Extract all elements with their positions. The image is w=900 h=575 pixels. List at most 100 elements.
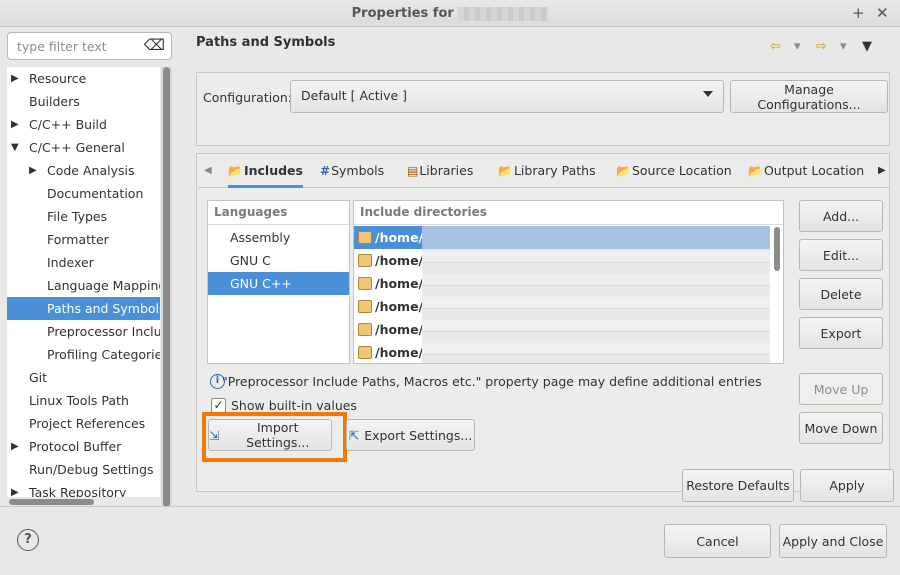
scrollbar-thumb[interactable]: [163, 67, 170, 507]
view-menu-icon[interactable]: ▼: [862, 39, 872, 54]
scrollbar-thumb[interactable]: [9, 499, 94, 505]
include-folder-icon: [358, 254, 372, 267]
tree-item-run-debug-settings[interactable]: Run/Debug Settings: [7, 458, 160, 481]
tree-item-label: Code Analysis: [47, 163, 135, 178]
forward-arrow-icon[interactable]: ⇨: [816, 39, 827, 54]
tree-item-project-references[interactable]: Project References: [7, 412, 160, 435]
filter-box[interactable]: ⌫: [7, 32, 172, 60]
collapsed-arrow-icon[interactable]: ▶: [11, 113, 19, 136]
collapsed-arrow-icon[interactable]: ▶: [11, 435, 19, 458]
tree-item-label: Resource: [29, 71, 87, 86]
back-dropdown-icon[interactable]: ▾: [794, 39, 801, 54]
tree-item-documentation[interactable]: Documentation: [7, 182, 160, 205]
export-settings-label: Export Settings...: [364, 427, 473, 443]
tree-item-linux-tools-path[interactable]: Linux Tools Path: [7, 389, 160, 412]
tab-label: Includes: [243, 163, 303, 178]
tree-item-label: Project References: [29, 416, 146, 431]
export-button[interactable]: Export: [799, 317, 883, 349]
expanded-arrow-icon[interactable]: ▼: [11, 136, 19, 159]
tree-item-label: File Types: [47, 209, 108, 224]
tree-item-builders[interactable]: Builders: [7, 90, 160, 113]
tree-item-formatter[interactable]: Formatter: [7, 228, 160, 251]
configuration-select[interactable]: Default [ Active ]: [290, 80, 724, 113]
back-arrow-icon[interactable]: ⇦: [770, 39, 781, 54]
tree-item-language-mappings[interactable]: Language Mappings: [7, 274, 160, 297]
restore-defaults-button[interactable]: Restore Defaults: [682, 469, 794, 502]
tree-item-label: Protocol Buffer: [29, 439, 122, 454]
tree-item-protocol-buffer[interactable]: ▶ Protocol Buffer: [7, 435, 160, 458]
tab-source-location[interactable]: 📂Source Location: [616, 155, 732, 188]
list-item[interactable]: GNU C++: [208, 272, 349, 295]
tab-label: Libraries: [419, 163, 474, 178]
include-folder-icon: [358, 300, 372, 313]
tab-scroll-left-icon[interactable]: ◀: [204, 155, 212, 188]
apply-and-close-button[interactable]: Apply and Close: [779, 524, 887, 558]
tree-item-paths-and-symbols[interactable]: Paths and Symbols: [7, 297, 160, 320]
tree-item-label: Builders: [29, 94, 80, 109]
folder-icon: 📂: [616, 164, 631, 178]
tree-item-c-c-build[interactable]: ▶ C/C++ Build: [7, 113, 160, 136]
tree-item-profiling-categories[interactable]: Profiling Categories: [7, 343, 160, 366]
tab-libraries[interactable]: ▤Libraries: [407, 155, 473, 188]
tree-item-task-repository[interactable]: ▶ Task Repository: [7, 481, 160, 497]
list-item[interactable]: GNU C: [208, 249, 349, 272]
dialog-footer: ? Cancel Apply and Close: [0, 506, 900, 575]
forward-dropdown-icon[interactable]: ▾: [840, 39, 847, 54]
list-item[interactable]: Assembly: [208, 226, 349, 249]
tree-item-indexer[interactable]: Indexer: [7, 251, 160, 274]
tree-item-c-c-general[interactable]: ▼ C/C++ General: [7, 136, 160, 159]
library-icon: ▤: [407, 164, 419, 178]
tree-vertical-scrollbar[interactable]: [161, 67, 172, 507]
languages-header: Languages: [208, 201, 349, 225]
collapsed-arrow-icon[interactable]: ▶: [11, 67, 19, 90]
tab-includes[interactable]: 📂Includes: [228, 155, 303, 188]
tab-label: Source Location: [631, 163, 732, 178]
tree-item-label: C/C++ General: [29, 140, 125, 155]
cancel-button[interactable]: Cancel: [664, 524, 771, 558]
page-title: Paths and Symbols: [196, 35, 336, 50]
tree-item-resource[interactable]: ▶ Resource: [7, 67, 160, 90]
folder-icon: 📂: [498, 164, 513, 178]
redacted-project-name: [458, 6, 549, 21]
apply-button[interactable]: Apply: [800, 469, 894, 502]
export-icon: ⇱: [348, 427, 360, 443]
edit-button[interactable]: Edit...: [799, 239, 883, 271]
page-nav: ⇦ ▾ ⇨ ▾ ▼: [770, 39, 890, 57]
add-button[interactable]: Add...: [799, 200, 883, 232]
tree-item-label: Task Repository: [29, 485, 127, 497]
maximize-button[interactable]: +: [852, 4, 865, 22]
manage-configurations-button[interactable]: Manage Configurations...: [730, 80, 888, 113]
include-directories-header: Include directories: [354, 201, 783, 225]
tab-symbols[interactable]: #Symbols: [320, 155, 384, 188]
close-button[interactable]: ✕: [876, 4, 889, 22]
tab-library-paths[interactable]: 📂Library Paths: [498, 155, 596, 188]
delete-button[interactable]: Delete: [799, 278, 883, 310]
languages-list: Languages Assembly GNU C GNU C++: [207, 200, 350, 364]
tree-item-label: Profiling Categories: [47, 347, 160, 362]
dirs-scrollbar-thumb[interactable]: [774, 227, 780, 271]
tree-item-code-analysis[interactable]: ▶ Code Analysis: [7, 159, 160, 182]
filter-input[interactable]: [15, 38, 145, 55]
show-builtin-checkbox[interactable]: ✓: [211, 398, 226, 413]
move-down-button[interactable]: Move Down: [799, 412, 883, 444]
tab-output-location[interactable]: 📂Output Location: [748, 155, 864, 188]
collapsed-arrow-icon[interactable]: ▶: [29, 159, 37, 182]
move-up-button[interactable]: Move Up: [799, 373, 883, 405]
tab-label: Library Paths: [513, 163, 596, 178]
hash-icon: #: [320, 164, 331, 178]
export-settings-button[interactable]: ⇱ Export Settings...: [346, 419, 475, 451]
info-text: "Preprocessor Include Paths, Macros etc.…: [222, 374, 762, 389]
tab-label: Symbols: [331, 163, 385, 178]
redacted-paths: [422, 226, 770, 363]
property-tree: ▶ Resource Builders ▶ C/C++ Build ▼ C/C++ Gene…: [7, 67, 160, 497]
tree-item-git[interactable]: Git: [7, 366, 160, 389]
help-icon[interactable]: ?: [17, 529, 39, 551]
show-builtin-label: Show built-in values: [231, 398, 357, 413]
tree-item-file-types[interactable]: File Types: [7, 205, 160, 228]
clear-filter-icon[interactable]: ⌫: [144, 36, 165, 54]
collapsed-arrow-icon[interactable]: ▶: [11, 481, 19, 497]
tab-scroll-right-icon[interactable]: ▶: [878, 155, 886, 188]
import-settings-button[interactable]: ⇲ Import Settings...: [208, 419, 332, 451]
tree-item-preprocessor-includ[interactable]: Preprocessor Includ: [7, 320, 160, 343]
include-directories-list: Include directories /home/c /home/c /hom…: [353, 200, 784, 364]
